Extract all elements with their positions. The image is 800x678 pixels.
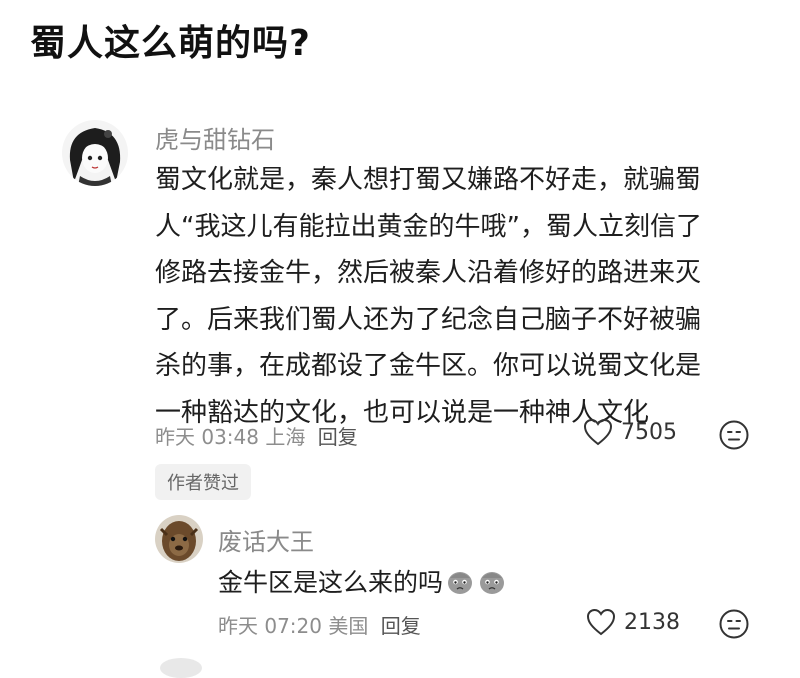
comment-meta: 昨天 03:48 上海 回复	[155, 421, 358, 450]
comment-line: 修路去接金牛，然后被秦人沿着修好的路进来灭	[155, 258, 702, 288]
reply-text: 金牛区是这么来的吗	[218, 568, 444, 597]
like-count: 2138	[624, 609, 680, 635]
next-comment-avatar[interactable]	[160, 658, 202, 678]
like-button[interactable]: 2138	[586, 608, 680, 636]
reply-content: 金牛区是这么来的吗	[218, 563, 507, 602]
like-count: 7505	[621, 419, 677, 445]
emoji-react-icon[interactable]	[718, 419, 750, 455]
reply-avatar[interactable]	[155, 515, 203, 563]
reply-button[interactable]: 回复	[381, 614, 421, 638]
emoji-react-icon[interactable]	[718, 608, 750, 644]
crying-emoji	[477, 566, 507, 602]
comment-content: 蜀文化就是，秦人想打蜀又嫌路不好走，就骗蜀 人“我这儿有能拉出黄金的牛哦”，蜀人…	[155, 157, 755, 436]
reply-button[interactable]: 回复	[318, 425, 358, 449]
reply-username[interactable]: 废话大王	[218, 522, 314, 557]
heart-icon	[586, 608, 616, 636]
comment-line: 蜀文化就是，秦人想打蜀又嫌路不好走，就骗蜀	[155, 165, 702, 195]
author-liked-badge: 作者赞过	[155, 464, 251, 500]
comment-username[interactable]: 虎与甜钻石	[155, 120, 275, 155]
comment-line: 人“我这儿有能拉出黄金的牛哦”，蜀人立刻信了	[155, 211, 702, 242]
comment-line: 杀的事，在成都设了金牛区。你可以说蜀文化是	[155, 351, 702, 381]
like-button[interactable]: 7505	[583, 418, 677, 446]
crying-emoji	[445, 566, 475, 602]
heart-icon	[583, 418, 613, 446]
comment-timestamp-location: 昨天 03:48 上海	[155, 425, 306, 449]
reply-meta: 昨天 07:20 美国 回复	[218, 610, 421, 639]
avatar[interactable]	[62, 120, 128, 186]
comment-line: 了。后来我们蜀人还为了纪念自己脑子不好被骗	[155, 304, 702, 335]
reply-timestamp-location: 昨天 07:20 美国	[218, 614, 369, 638]
post-title: 蜀人这么萌的吗?	[30, 23, 311, 64]
